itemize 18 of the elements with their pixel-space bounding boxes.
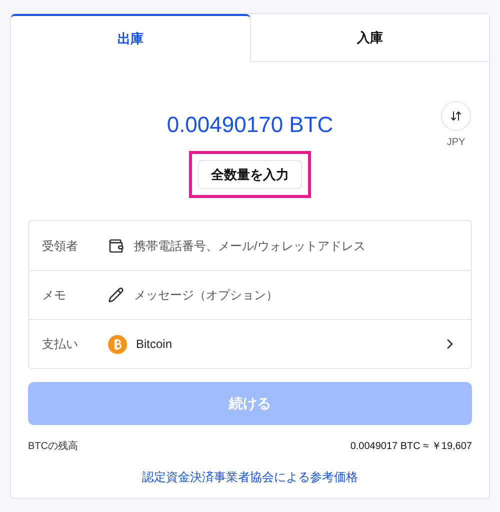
field-label: メモ [42, 287, 67, 304]
pencil-icon [108, 287, 124, 303]
balance-label: BTCの残高 [28, 440, 78, 454]
tab[interactable]: 入庫 [250, 14, 489, 62]
field-label: 支払い [42, 336, 79, 353]
currency-toggle-button[interactable] [441, 101, 471, 131]
currency-label: JPY [446, 136, 466, 150]
wallet-icon [108, 238, 124, 254]
bitcoin-icon [108, 334, 127, 354]
reference-price-link[interactable]: 認定資金決済事業者協会による参考価格 [142, 468, 358, 486]
max-amount-button[interactable]: 全数量を入力 [198, 160, 302, 189]
currency-select[interactable]: Bitcoin [136, 335, 458, 353]
text-field[interactable]: メッセージ（オプション） [134, 286, 458, 304]
amount-value: 0.00490170 BTC [166, 110, 334, 138]
field-label: 受領者 [42, 238, 79, 254]
balance-value: 0.0049017 BTC ≈ ￥19,607 [350, 440, 472, 454]
swap-icon [450, 110, 462, 122]
text-field[interactable]: 携帯電話番号、メール/ウォレットアドレス [134, 236, 458, 254]
